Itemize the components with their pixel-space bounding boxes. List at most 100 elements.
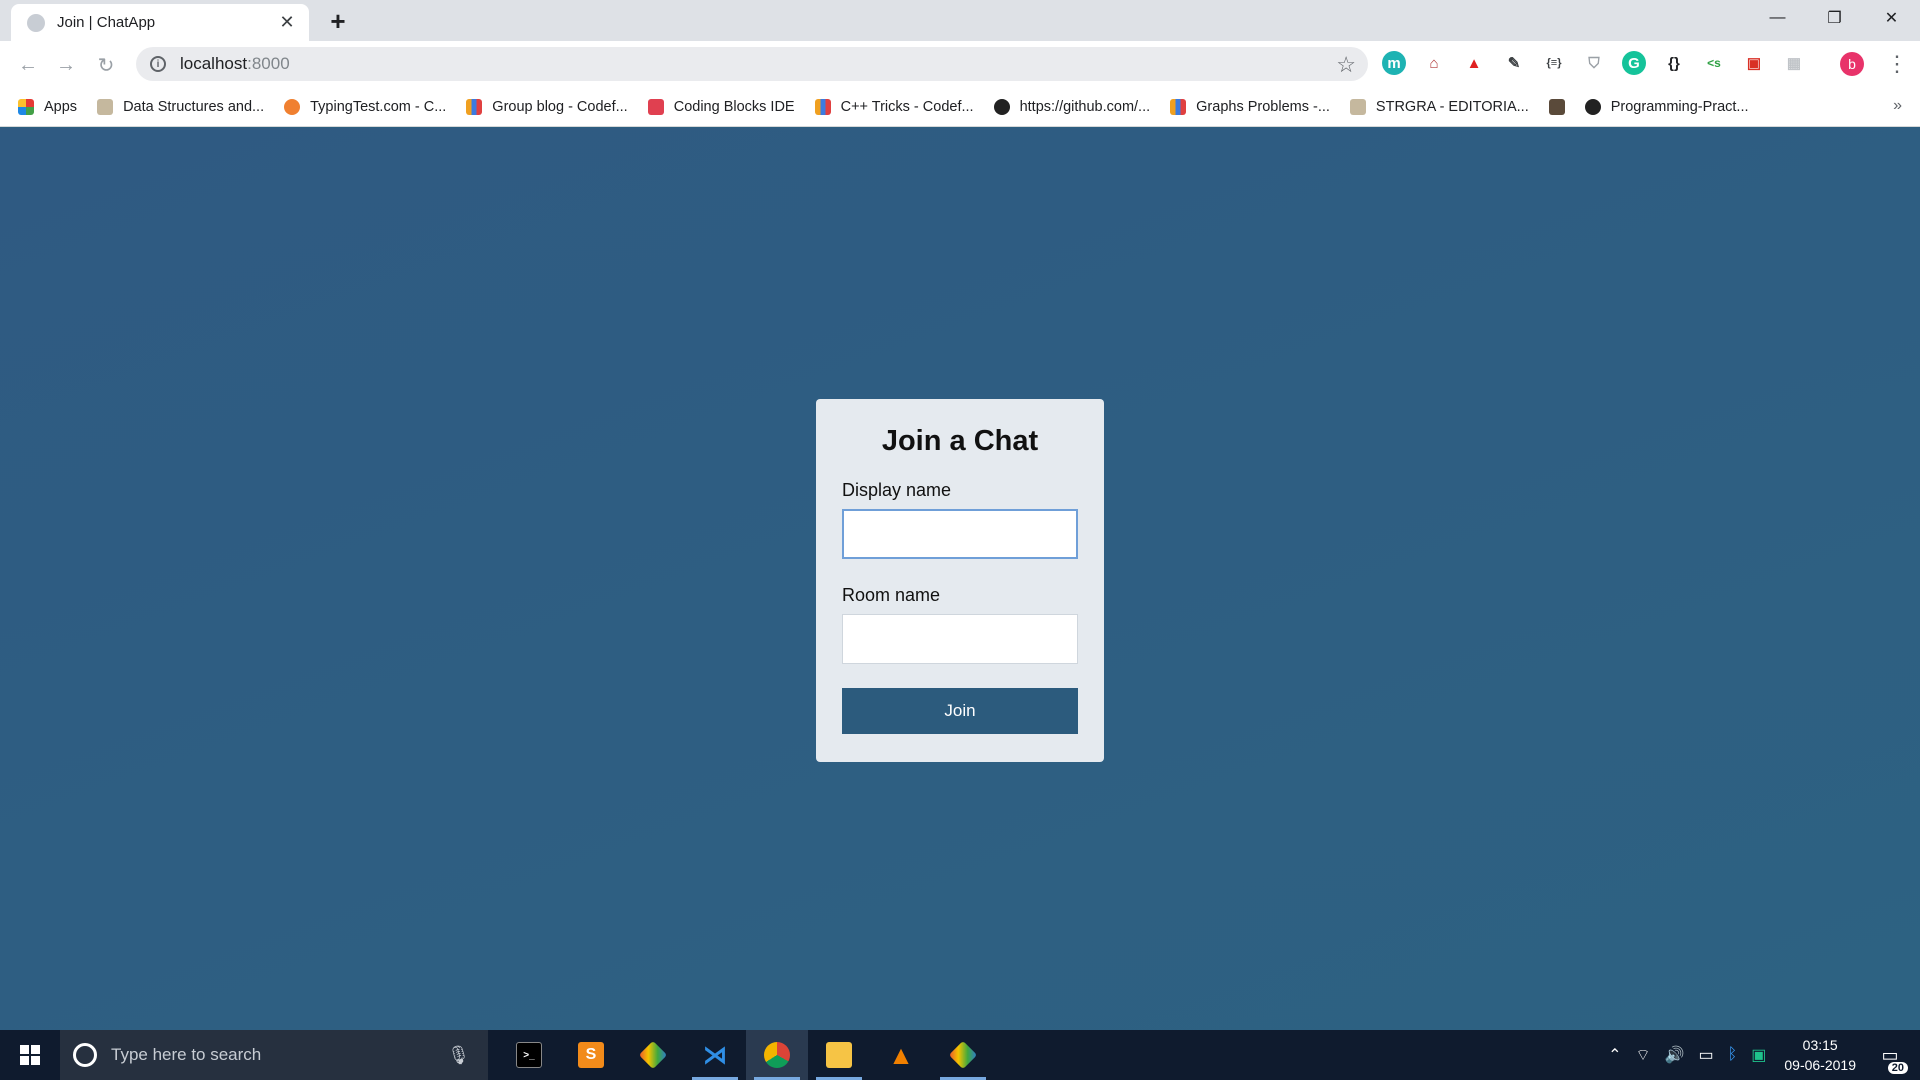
back-icon[interactable]: ← (14, 51, 42, 79)
display-name-input[interactable] (842, 509, 1078, 559)
bookmark-label: Coding Blocks IDE (673, 98, 795, 115)
flask-extension-icon[interactable]: ▲ (1462, 51, 1486, 75)
system-tray: ⌃ ⌔ 🔊 ▭ ᛒ ▣ 03:15 09-06-2019 ▭ 20 (1608, 1030, 1920, 1080)
bookmark-item[interactable]: https://github.com/... (993, 98, 1150, 115)
codeforces-icon (1170, 98, 1187, 115)
browser-tab[interactable]: Join | ChatApp ✕ (11, 4, 309, 41)
start-button[interactable] (0, 1030, 60, 1080)
bookmark-label: Programming-Pract... (1610, 98, 1749, 115)
clock[interactable]: 03:15 09-06-2019 (1784, 1035, 1856, 1075)
tab-strip: Join | ChatApp ✕ + — ❐ ✕ (0, 0, 1920, 41)
bookmark-item[interactable]: STRGRA - EDITORIA... (1349, 98, 1529, 115)
chevron-up-icon[interactable]: ⌃ (1608, 1045, 1621, 1065)
tool-extension-icon[interactable]: ✎ (1502, 51, 1526, 75)
new-tab-button[interactable]: + (321, 6, 355, 36)
braces-extension-icon[interactable]: {} (1662, 51, 1686, 75)
microphone-icon[interactable]: 🎙 (447, 1045, 470, 1066)
bookmark-favicon-icon (97, 98, 114, 115)
vscode-icon: ⋊ (703, 1041, 727, 1069)
codeforces-icon (466, 98, 483, 115)
bookmark-apps[interactable]: Apps (18, 98, 78, 115)
search-placeholder: Type here to search (111, 1045, 262, 1064)
bookmark-favicon-icon (284, 98, 301, 115)
battery-icon[interactable]: ▭ (1699, 1045, 1714, 1065)
bookmark-item[interactable]: Data Structures and... (97, 98, 265, 115)
clock-date: 09-06-2019 (1784, 1057, 1856, 1073)
windows-icon (20, 1045, 40, 1065)
bookmark-label: STRGRA - EDITORIA... (1375, 98, 1529, 115)
bookmark-label: Apps (44, 98, 78, 115)
info-icon[interactable]: i (150, 56, 166, 72)
terminal-app[interactable]: >_ (498, 1030, 560, 1080)
extension-icon[interactable]: m (1382, 51, 1406, 75)
page-background: Join a Chat Display name Room name Join (0, 128, 1920, 1030)
url-host: localhost (180, 54, 248, 73)
bookmark-item[interactable]: Coding Blocks IDE (647, 98, 795, 115)
close-window-icon[interactable]: ✕ (1863, 0, 1920, 36)
bookmark-favicon-icon (647, 98, 664, 115)
bookmark-item[interactable] (1548, 98, 1565, 115)
github-icon (1584, 98, 1601, 115)
extension-puzzle-icon[interactable]: ▦ (1782, 51, 1806, 75)
bookmarks-overflow-icon[interactable]: » (1893, 97, 1902, 115)
bookmark-item[interactable]: TypingTest.com - C... (284, 98, 447, 115)
bookmark-item[interactable]: Graphs Problems -... (1170, 98, 1330, 115)
git-icon (948, 1040, 978, 1070)
extensions: m ⌂ ▲ ✎ {≡} ⛉ G {} <s ▣ ▦ (1382, 51, 1822, 75)
taskbar: Type here to search 🎙 >_ S ⋊ ▲ ⌃ ⌔ 🔊 ▭ ᛒ… (0, 1030, 1920, 1080)
restore-icon[interactable]: ❐ (1806, 0, 1863, 36)
file-explorer-app[interactable] (808, 1030, 870, 1080)
cortana-icon (73, 1043, 97, 1067)
folder-icon (826, 1042, 852, 1068)
chrome-icon (764, 1042, 790, 1068)
bookmark-item[interactable]: Group blog - Codef... (466, 98, 628, 115)
address-bar[interactable]: i localhost:8000 ☆ (136, 47, 1368, 81)
sublime-icon: S (578, 1042, 604, 1068)
clock-time: 03:15 (1802, 1037, 1838, 1053)
pocket-icon[interactable]: ▣ (1742, 51, 1766, 75)
wifi-icon[interactable]: ⌔ (1636, 1045, 1651, 1065)
apps-grid-icon (18, 98, 34, 115)
vscode-app[interactable]: ⋊ (684, 1030, 746, 1080)
sublime-app[interactable]: S (560, 1030, 622, 1080)
git-icon (638, 1040, 668, 1070)
browser-toolbar: ← → ↻ i localhost:8000 ☆ m ⌂ ▲ ✎ {≡} ⛉ G… (0, 41, 1920, 87)
github-icon (993, 98, 1010, 115)
bookmark-star-icon[interactable]: ☆ (1336, 52, 1356, 78)
bookmark-favicon-icon (1349, 98, 1366, 115)
url-port: :8000 (247, 54, 290, 73)
chrome-app[interactable] (746, 1030, 808, 1080)
browser-menu-icon[interactable]: ⋮ (1886, 52, 1908, 76)
json-extension-icon[interactable]: {≡} (1542, 51, 1566, 75)
app-tray-icon[interactable]: ▣ (1751, 1045, 1766, 1065)
bookmark-label: Data Structures and... (123, 98, 265, 115)
forward-icon[interactable]: → (52, 51, 80, 79)
bookmark-label: Graphs Problems -... (1196, 98, 1330, 115)
vlc-app[interactable]: ▲ (870, 1030, 932, 1080)
vlc-icon: ▲ (888, 1039, 914, 1070)
close-tab-icon[interactable]: ✕ (275, 11, 299, 35)
volume-icon[interactable]: 🔊 (1665, 1045, 1685, 1065)
bookmark-label: TypingTest.com - C... (310, 98, 447, 115)
profile-avatar[interactable]: b (1840, 52, 1864, 76)
bookmark-item[interactable]: C++ Tricks - Codef... (814, 98, 974, 115)
join-button[interactable]: Join (842, 688, 1078, 734)
git-gui-app[interactable] (932, 1030, 994, 1080)
grammarly-icon[interactable]: G (1622, 51, 1646, 75)
bookmark-item[interactable]: Programming-Pract... (1584, 98, 1749, 115)
taskbar-search[interactable]: Type here to search 🎙 (60, 1030, 488, 1080)
bluetooth-icon[interactable]: ᛒ (1728, 1046, 1738, 1064)
room-name-input[interactable] (842, 614, 1078, 664)
bookmark-label: C++ Tricks - Codef... (840, 98, 974, 115)
reload-icon[interactable]: ↻ (92, 51, 120, 79)
tab-title: Join | ChatApp (57, 14, 156, 31)
terminal-icon: >_ (516, 1042, 542, 1068)
cc-icon (1548, 98, 1565, 115)
git-app[interactable] (622, 1030, 684, 1080)
shield-extension-icon[interactable]: ⛉ (1582, 51, 1606, 75)
pdf-extension-icon[interactable]: ⌂ (1422, 51, 1446, 75)
code-extension-icon[interactable]: <s (1702, 51, 1726, 75)
notification-count: 20 (1887, 1062, 1908, 1074)
action-center-button[interactable]: ▭ 20 (1870, 1030, 1910, 1080)
minimize-icon[interactable]: — (1749, 0, 1806, 36)
